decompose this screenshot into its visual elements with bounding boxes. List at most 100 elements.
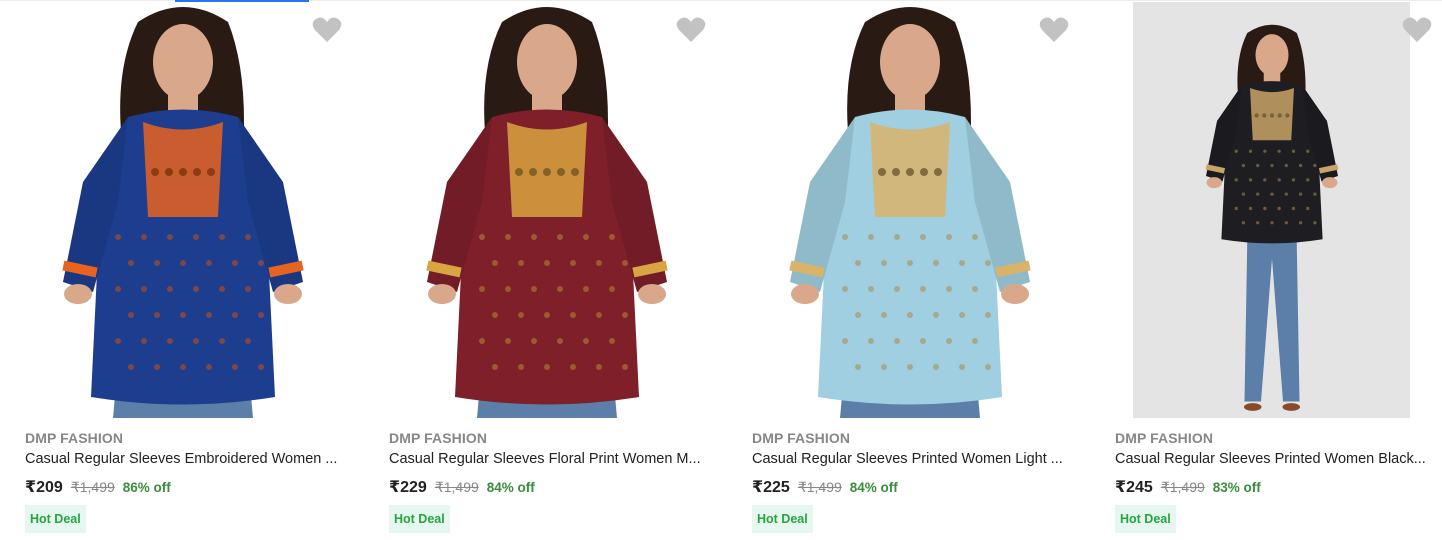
print-motif	[1284, 192, 1288, 196]
print-motif	[609, 338, 615, 344]
product-title[interactable]: Casual Regular Sleeves Printed Women Bla…	[1115, 451, 1435, 467]
print-motif	[596, 312, 602, 318]
sandal	[1282, 403, 1301, 411]
discount-label: 86% off	[122, 480, 171, 495]
original-price: ₹1,499	[797, 479, 842, 495]
discount-label: 83% off	[1212, 480, 1261, 495]
print-motif	[128, 260, 134, 266]
price-row: ₹225 ₹1,499 84% off	[752, 477, 898, 497]
heart-shape	[1402, 17, 1432, 42]
print-motif	[1263, 206, 1267, 211]
embroidery-dot	[906, 168, 914, 176]
print-motif	[583, 338, 589, 344]
print-motif	[1298, 163, 1303, 168]
print-motif	[544, 364, 550, 370]
print-motif	[959, 260, 965, 266]
print-motif	[1256, 221, 1260, 225]
product-card[interactable]: DMP FASHION Casual Regular Sleeves Print…	[727, 0, 1090, 540]
print-motif	[180, 364, 186, 370]
print-motif	[141, 338, 147, 344]
print-motif	[1298, 221, 1303, 225]
print-motif	[1263, 149, 1267, 153]
product-card[interactable]: DMP FASHION Casual Regular Sleeves Flora…	[364, 0, 727, 540]
print-motif	[881, 260, 887, 266]
print-motif	[518, 364, 524, 370]
print-motif	[128, 312, 134, 318]
print-motif	[505, 286, 511, 292]
product-image[interactable]	[43, 2, 320, 418]
product-title[interactable]: Casual Regular Sleeves Embroidered Women…	[25, 451, 345, 467]
print-motif	[193, 286, 199, 292]
discount-label: 84% off	[849, 480, 898, 495]
product-brand: DMP FASHION	[752, 430, 851, 446]
face	[880, 24, 940, 100]
print-motif	[1241, 163, 1246, 168]
heart-shape	[676, 17, 706, 42]
print-motif	[622, 312, 628, 318]
product-image[interactable]	[407, 2, 684, 418]
wishlist-heart-icon[interactable]	[676, 16, 706, 44]
print-motif	[1306, 206, 1310, 211]
product-image[interactable]	[1133, 2, 1410, 418]
print-motif	[167, 286, 173, 292]
product-image[interactable]	[770, 2, 1047, 418]
face	[517, 24, 577, 100]
original-price: ₹1,499	[434, 479, 479, 495]
print-motif	[1270, 221, 1274, 225]
price-row: ₹229 ₹1,499 84% off	[389, 477, 535, 497]
print-motif	[1270, 192, 1274, 196]
print-motif	[518, 312, 524, 318]
face	[153, 24, 213, 100]
product-title[interactable]: Casual Regular Sleeves Floral Print Wome…	[389, 451, 709, 467]
hand	[64, 284, 92, 304]
print-motif	[531, 338, 537, 344]
print-motif	[1284, 221, 1288, 225]
product-grid: DMP FASHION Casual Regular Sleeves Embro…	[0, 0, 1442, 540]
woman-black-printed-top-icon	[1133, 2, 1410, 418]
print-motif	[518, 260, 524, 266]
selling-price: ₹245	[1115, 479, 1153, 496]
print-motif	[544, 312, 550, 318]
hot-deal-badge: Hot Deal	[1115, 505, 1176, 533]
product-card[interactable]: DMP FASHION Casual Regular Sleeves Embro…	[0, 0, 363, 540]
embroidery-dot	[1285, 113, 1290, 118]
print-motif	[907, 364, 913, 370]
wishlist-heart-icon[interactable]	[312, 16, 342, 44]
print-motif	[154, 312, 160, 318]
selling-price: ₹225	[752, 479, 790, 496]
print-motif	[972, 338, 978, 344]
print-motif	[609, 286, 615, 292]
product-title[interactable]: Casual Regular Sleeves Printed Women Lig…	[752, 451, 1072, 467]
face	[1255, 34, 1289, 76]
wishlist-heart-icon[interactable]	[1402, 16, 1432, 44]
print-motif	[959, 312, 965, 318]
wishlist-heart-icon[interactable]	[1039, 16, 1069, 44]
print-motif	[1277, 149, 1281, 153]
print-motif	[154, 364, 160, 370]
print-motif	[972, 234, 978, 240]
print-motif	[1256, 192, 1260, 196]
print-motif	[1234, 149, 1238, 153]
print-motif	[128, 364, 134, 370]
print-motif	[855, 312, 861, 318]
product-card[interactable]: DMP FASHION Casual Regular Sleeves Print…	[1090, 0, 1442, 540]
print-motif	[193, 338, 199, 344]
print-motif	[1306, 178, 1310, 182]
print-motif	[180, 260, 186, 266]
embroidery-dot	[1269, 113, 1275, 118]
print-motif	[946, 286, 952, 292]
print-motif	[544, 260, 550, 266]
hot-deal-badge: Hot Deal	[389, 505, 450, 533]
print-motif	[920, 338, 926, 344]
print-motif	[881, 312, 887, 318]
print-motif	[492, 260, 498, 266]
hand	[1322, 177, 1338, 189]
print-motif	[245, 234, 251, 240]
print-motif	[920, 234, 926, 240]
print-motif	[1248, 206, 1253, 211]
print-motif	[985, 364, 991, 370]
print-motif	[1298, 192, 1303, 196]
print-motif	[985, 312, 991, 318]
hand	[638, 284, 666, 304]
product-brand: DMP FASHION	[25, 430, 124, 446]
